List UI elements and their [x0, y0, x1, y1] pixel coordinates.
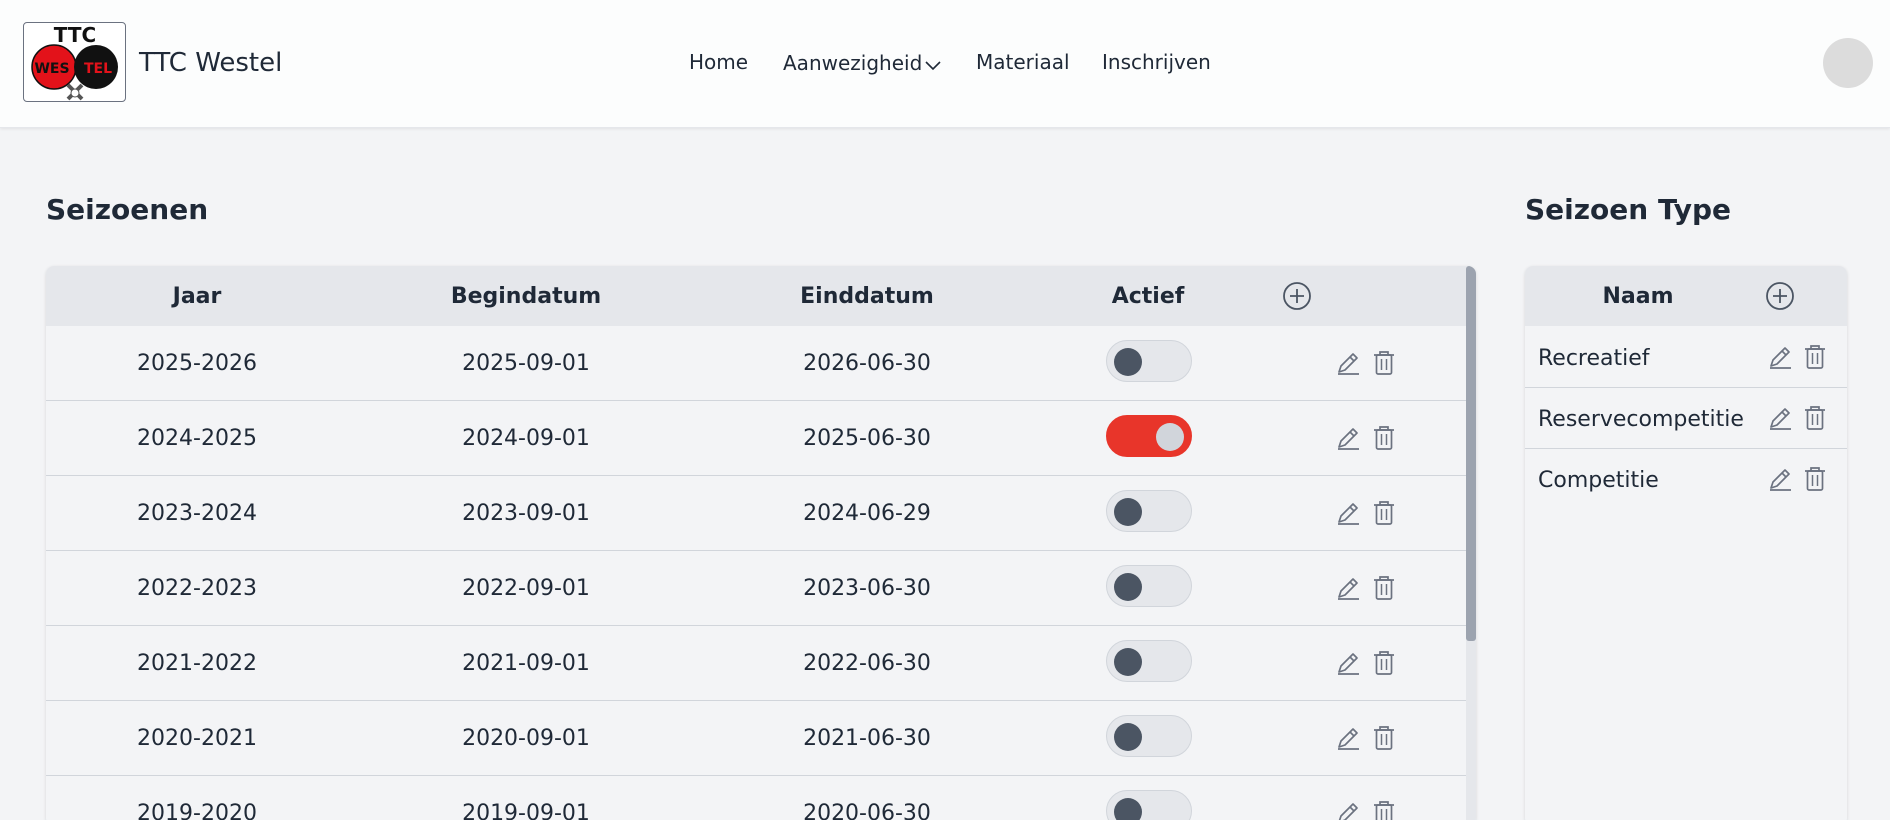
pencil-icon[interactable]	[1766, 404, 1794, 436]
seasons-table: Jaar Begindatum Einddatum Actief 2025-20…	[46, 266, 1476, 820]
table-row: 2024-2025 2024-09-01 2025-06-30	[46, 401, 1466, 476]
add-season-icon[interactable]	[1282, 281, 1312, 315]
cell-jaar: 2024-2025	[137, 426, 257, 451]
table-row: 2025-2026 2025-09-01 2026-06-30	[46, 326, 1466, 401]
club-logo[interactable]: TTC WES TEL	[23, 22, 126, 102]
table-row: 2019-2020 2019-09-01 2020-06-30	[46, 776, 1466, 820]
logo-graphic: TTC WES TEL	[31, 23, 118, 101]
trash-icon[interactable]	[1371, 574, 1397, 606]
actief-toggle[interactable]	[1106, 790, 1192, 820]
season-type-name: Competitie	[1538, 468, 1659, 493]
cell-begindatum: 2025-09-01	[462, 351, 590, 376]
cell-jaar: 2022-2023	[137, 576, 257, 601]
brand-name[interactable]: TTC Westel	[139, 48, 282, 78]
col-einddatum: Einddatum	[800, 284, 934, 309]
col-actief: Actief	[1111, 284, 1185, 309]
toggle-knob	[1114, 498, 1142, 526]
toggle-knob	[1114, 573, 1142, 601]
toggle-knob	[1156, 423, 1184, 451]
cell-jaar: 2020-2021	[137, 726, 257, 751]
nav-inschrijven[interactable]: Inschrijven	[1102, 50, 1211, 74]
logo-top-text: TTC	[54, 23, 96, 47]
nav-aanwezigheid-label: Aanwezigheid	[783, 51, 923, 75]
seasons-scrollbar[interactable]	[1466, 266, 1476, 820]
cell-jaar: 2023-2024	[137, 501, 257, 526]
pencil-icon[interactable]	[1766, 465, 1794, 497]
cell-einddatum: 2024-06-29	[803, 501, 931, 526]
season-types-title: Seizoen Type	[1525, 193, 1732, 226]
season-type-name: Reservecompetitie	[1538, 407, 1744, 432]
cell-einddatum: 2025-06-30	[803, 426, 931, 451]
top-header: TTC WES TEL TTC Westel Home Aanwezigheid…	[0, 0, 1890, 128]
cell-einddatum: 2020-06-30	[803, 801, 931, 820]
cell-jaar: 2025-2026	[137, 351, 257, 376]
actief-toggle[interactable]	[1106, 715, 1192, 757]
season-types-table: Naam Recreatief Reservecompetitie Compet…	[1525, 266, 1847, 820]
cell-einddatum: 2023-06-30	[803, 576, 931, 601]
list-item: Reservecompetitie	[1525, 388, 1847, 449]
trash-icon[interactable]	[1802, 343, 1828, 375]
logo-right-text: TEL	[84, 61, 112, 77]
trash-icon[interactable]	[1802, 465, 1828, 497]
logo-left-text: WES	[34, 61, 69, 77]
cell-begindatum: 2023-09-01	[462, 501, 590, 526]
pencil-icon[interactable]	[1334, 799, 1362, 820]
table-row: 2020-2021 2020-09-01 2021-06-30	[46, 701, 1466, 776]
toggle-knob	[1114, 723, 1142, 751]
table-row: 2022-2023 2022-09-01 2023-06-30	[46, 551, 1466, 626]
trash-icon[interactable]	[1371, 499, 1397, 531]
table-row: 2023-2024 2023-09-01 2024-06-29	[46, 476, 1466, 551]
cell-begindatum: 2022-09-01	[462, 576, 590, 601]
cell-jaar: 2019-2020	[137, 801, 257, 820]
pencil-icon[interactable]	[1766, 343, 1794, 375]
nav-aanwezigheid[interactable]: Aanwezigheid	[783, 51, 942, 77]
cell-begindatum: 2021-09-01	[462, 651, 590, 676]
actief-toggle[interactable]	[1106, 490, 1192, 532]
trash-icon[interactable]	[1371, 424, 1397, 456]
actief-toggle[interactable]	[1106, 640, 1192, 682]
pencil-icon[interactable]	[1334, 499, 1362, 531]
nav-home[interactable]: Home	[689, 50, 748, 74]
list-item: Recreatief	[1525, 327, 1847, 388]
add-season-type-icon[interactable]	[1765, 281, 1795, 315]
col-begindatum: Begindatum	[450, 284, 602, 309]
user-avatar[interactable]	[1823, 38, 1873, 88]
pencil-icon[interactable]	[1334, 724, 1362, 756]
col-naam: Naam	[1602, 284, 1674, 309]
season-types-header: Naam	[1525, 266, 1847, 326]
trash-icon[interactable]	[1802, 404, 1828, 436]
seasons-table-header: Jaar Begindatum Einddatum Actief	[46, 266, 1466, 326]
pencil-icon[interactable]	[1334, 424, 1362, 456]
actief-toggle[interactable]	[1106, 415, 1192, 457]
cell-einddatum: 2022-06-30	[803, 651, 931, 676]
pencil-icon[interactable]	[1334, 574, 1362, 606]
trash-icon[interactable]	[1371, 799, 1397, 820]
cell-begindatum: 2019-09-01	[462, 801, 590, 820]
pencil-icon[interactable]	[1334, 349, 1362, 381]
cell-einddatum: 2026-06-30	[803, 351, 931, 376]
pencil-icon[interactable]	[1334, 649, 1362, 681]
season-type-name: Recreatief	[1538, 346, 1650, 371]
nav-materiaal[interactable]: Materiaal	[976, 50, 1070, 74]
trash-icon[interactable]	[1371, 649, 1397, 681]
cell-begindatum: 2024-09-01	[462, 426, 590, 451]
actief-toggle[interactable]	[1106, 340, 1192, 382]
cell-begindatum: 2020-09-01	[462, 726, 590, 751]
cell-einddatum: 2021-06-30	[803, 726, 931, 751]
cell-jaar: 2021-2022	[137, 651, 257, 676]
toggle-knob	[1114, 348, 1142, 376]
seasons-scroll-thumb[interactable]	[1466, 266, 1476, 641]
toggle-knob	[1114, 798, 1142, 820]
trash-icon[interactable]	[1371, 349, 1397, 381]
actief-toggle[interactable]	[1106, 565, 1192, 607]
list-item: Competitie	[1525, 449, 1847, 510]
toggle-knob	[1114, 648, 1142, 676]
table-row: 2021-2022 2021-09-01 2022-06-30	[46, 626, 1466, 701]
chevron-down-icon	[924, 53, 942, 77]
seasons-title: Seizoenen	[46, 193, 209, 226]
trash-icon[interactable]	[1371, 724, 1397, 756]
col-jaar: Jaar	[172, 284, 222, 309]
